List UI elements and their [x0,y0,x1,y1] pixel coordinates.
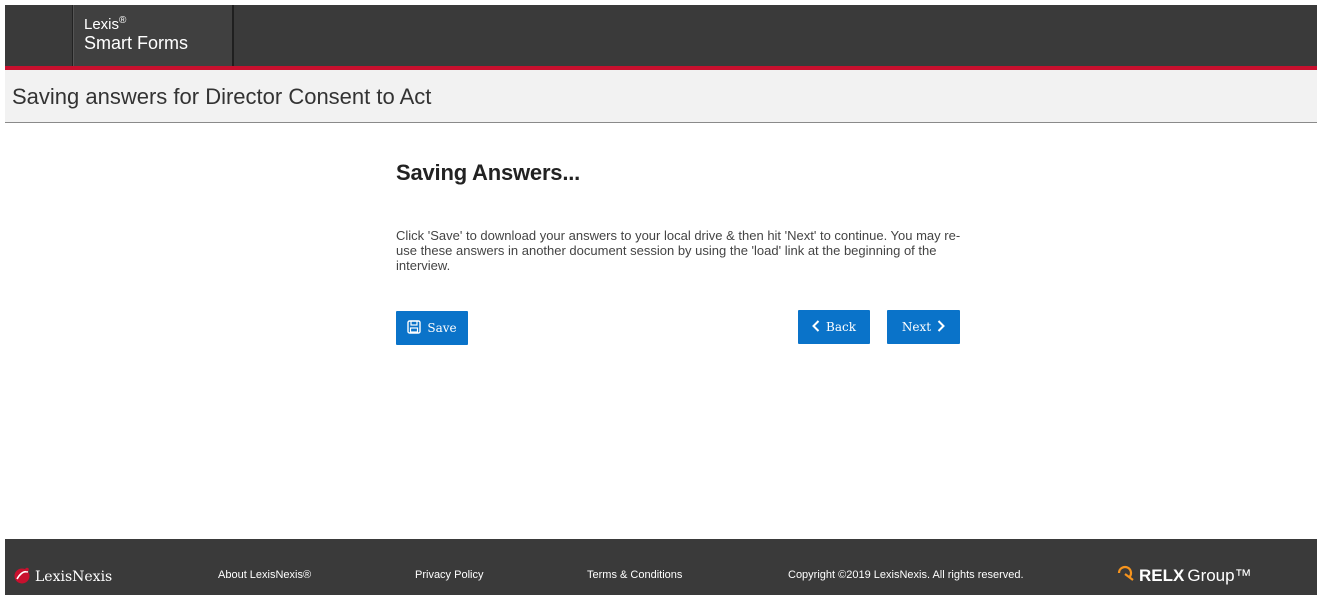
section-heading: Saving Answers... [396,160,581,185]
lexisnexis-logo-icon [13,566,31,588]
top-header: Lexis® Smart Forms [5,5,1317,66]
brand-smart-forms: Smart Forms [84,33,189,53]
next-button-label: Next [901,320,932,334]
instructions-text: Click 'Save' to download your answers to… [396,228,961,273]
chevron-right-icon [937,319,946,335]
relx-logo-icon [1116,565,1136,586]
lexisnexis-logo-text: LexisNexis [35,569,113,585]
frame-right [1317,0,1322,595]
footer: LexisNexis About LexisNexis® Privacy Pol… [5,539,1317,595]
save-icon [407,319,422,337]
page-title: Saving answers for Director Consent to A… [12,84,432,109]
relx-light-text: Group™ [1187,565,1252,585]
chevron-left-icon [812,319,820,335]
title-bar: Saving answers for Director Consent to A… [5,70,1317,123]
lexisnexis-logo[interactable]: LexisNexis [13,566,112,588]
app-brand[interactable]: Lexis® Smart Forms [73,5,234,66]
footer-link-terms[interactable]: Terms & Conditions [587,569,682,581]
back-button[interactable]: Back [798,310,870,344]
header-left-tab [5,5,73,66]
footer-link-privacy[interactable]: Privacy Policy [415,569,483,581]
next-button[interactable]: Next [887,310,960,344]
footer-copyright: Copyright ©2019 LexisNexis. All rights r… [788,569,1024,581]
relx-strong-text: RELX [1139,565,1185,585]
back-button-label: Back [826,320,856,334]
brand-lexis: Lexis® [84,15,127,33]
relx-logo[interactable]: RELX Group™ [1116,565,1252,586]
footer-link-about[interactable]: About LexisNexis® [218,569,311,581]
save-button-label: Save [427,321,457,335]
main-content: Saving Answers... Click 'Save' to downlo… [396,160,976,273]
save-button[interactable]: Save [396,311,468,345]
